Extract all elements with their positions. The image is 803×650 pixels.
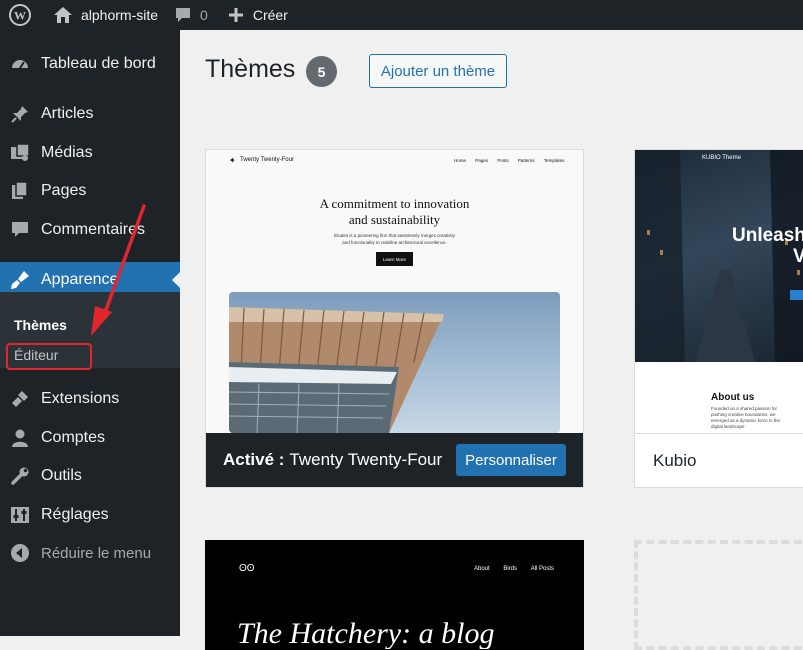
preview-nav-item: Pages	[475, 158, 489, 163]
brush-icon	[9, 269, 31, 291]
comments-count: 0	[200, 7, 208, 23]
preview-hero: The Hatchery: a blog	[237, 617, 495, 650]
menu-tools[interactable]: Outils	[0, 458, 180, 494]
settings-icon	[9, 504, 31, 526]
editor-highlight-box	[6, 343, 92, 370]
menu-media[interactable]: Médias	[0, 135, 180, 171]
menu-label: Outils	[41, 467, 82, 484]
preview-nav-item: Posts	[497, 158, 509, 163]
theme-screenshot: ✦ Twenty Twenty-Four Home Pages Posts Pa…	[206, 150, 583, 433]
active-label: Activé :	[223, 450, 285, 469]
theme-count-badge: 5	[306, 56, 337, 87]
active-theme-footer: Activé : Twenty Twenty-Four Personnalise…	[206, 433, 583, 487]
preview-nav: About Birds All Posts	[474, 566, 554, 572]
add-theme-placeholder[interactable]	[634, 540, 803, 650]
preview-building-image	[229, 292, 560, 433]
dashboard-icon	[9, 53, 31, 75]
preview-hero-line-2: V	[793, 246, 803, 268]
site-name-link[interactable]: alphorm-site	[45, 0, 166, 30]
home-icon	[54, 7, 72, 23]
preview-logo-icon: ʘʘ	[239, 563, 255, 574]
preview-headline-line-1: A commitment to innovation	[319, 196, 470, 211]
menu-label: Commentaires	[41, 221, 146, 238]
theme-name: Kubio	[653, 450, 697, 470]
pages-icon	[9, 180, 31, 202]
comment-bubble-icon	[176, 8, 191, 22]
menu-articles[interactable]: Articles	[0, 96, 180, 132]
collapse-menu-button[interactable]: Réduire le menu	[0, 535, 180, 571]
menu-label: Articles	[41, 105, 94, 122]
menu-pages[interactable]: Pages	[0, 173, 180, 209]
preview-nav-item: Templates	[543, 158, 565, 163]
preview-city-image: KUBIO Theme Unleash V	[635, 150, 803, 362]
menu-label: Réglages	[41, 506, 109, 523]
comments-link[interactable]: 0	[166, 0, 216, 30]
site-name: alphorm-site	[81, 7, 159, 23]
media-icon	[9, 142, 31, 164]
admin-sidebar: Tableau de bord Articles Médias Pages Co…	[0, 30, 180, 636]
plugin-icon	[9, 388, 31, 410]
svg-text:W: W	[14, 9, 26, 23]
preview-nav-item: All Posts	[530, 566, 555, 572]
active-indicator	[172, 272, 180, 288]
menu-dashboard[interactable]: Tableau de bord	[0, 46, 180, 82]
preview-nav-item: About	[474, 566, 490, 572]
theme-footer: Kubio	[635, 433, 803, 487]
customize-button[interactable]: Personnaliser	[456, 444, 566, 476]
preview-intro-line-2: and functionality to redefine architectu…	[342, 240, 447, 245]
preview-about-title: About us	[711, 392, 755, 403]
menu-extensions[interactable]: Extensions	[0, 381, 180, 417]
submenu-themes[interactable]: Thèmes	[14, 317, 67, 333]
preview-hero-button	[790, 290, 803, 300]
theme-card-dark-blog[interactable]: ʘʘ About Birds All Posts The Hatchery: a…	[205, 540, 584, 650]
new-label: Créer	[252, 7, 288, 23]
user-icon	[9, 427, 31, 449]
theme-card-kubio[interactable]: KUBIO Theme Unleash V About us Founded o…	[634, 149, 803, 488]
menu-label: Comptes	[41, 429, 106, 446]
preview-brand: KUBIO Theme	[702, 155, 741, 161]
menu-label: Réduire le menu	[41, 544, 152, 562]
wordpress-logo-button[interactable]: W	[0, 0, 39, 30]
preview-about-text: Founded on a shared passion for pushing …	[711, 406, 780, 430]
theme-card-twenty-twenty-four[interactable]: ✦ Twenty Twenty-Four Home Pages Posts Pa…	[205, 149, 584, 488]
menu-label: Extensions	[41, 390, 120, 407]
preview-star-icon: ✦	[229, 156, 236, 165]
preview-intro-line-1: Études is a pioneering firm that seamles…	[334, 233, 455, 238]
pin-icon	[9, 103, 31, 125]
wordpress-icon: W	[9, 4, 31, 26]
preview-nav-item: Home	[454, 158, 467, 163]
preview-about-line: digital landscape	[711, 424, 745, 429]
preview-brand: Twenty Twenty-Four	[240, 157, 294, 163]
theme-name: Twenty Twenty-Four	[289, 450, 443, 469]
theme-screenshot: KUBIO Theme Unleash V About us Founded o…	[635, 150, 803, 433]
preview-headline-line-2: and sustainability	[348, 212, 441, 227]
preview-nav: Home Pages Posts Patterns Templates	[454, 158, 564, 163]
add-theme-button[interactable]: Ajouter un thème	[369, 54, 507, 88]
preview-nav-item: Patterns	[517, 158, 535, 163]
preview-hero-line-1: Unleash	[732, 225, 803, 246]
menu-label: Apparence	[41, 271, 119, 288]
preview-nav-item: Birds	[503, 566, 518, 572]
wrench-icon	[9, 465, 31, 487]
menu-label: Médias	[41, 144, 93, 161]
preview-cta: Learn More	[376, 252, 413, 266]
menu-label: Tableau de bord	[41, 55, 156, 72]
page-title: Thèmes	[205, 55, 296, 83]
menu-settings[interactable]: Réglages	[0, 497, 180, 533]
new-content-link[interactable]: Créer	[220, 0, 296, 30]
menu-label: Pages	[41, 182, 87, 199]
menu-users[interactable]: Comptes	[0, 420, 180, 456]
comment-icon	[9, 219, 31, 241]
admin-bar: W alphorm-site 0 Créer	[0, 0, 803, 30]
collapse-arrow-icon	[9, 542, 31, 564]
menu-comments[interactable]: Commentaires	[0, 212, 180, 248]
plus-icon	[228, 8, 243, 22]
